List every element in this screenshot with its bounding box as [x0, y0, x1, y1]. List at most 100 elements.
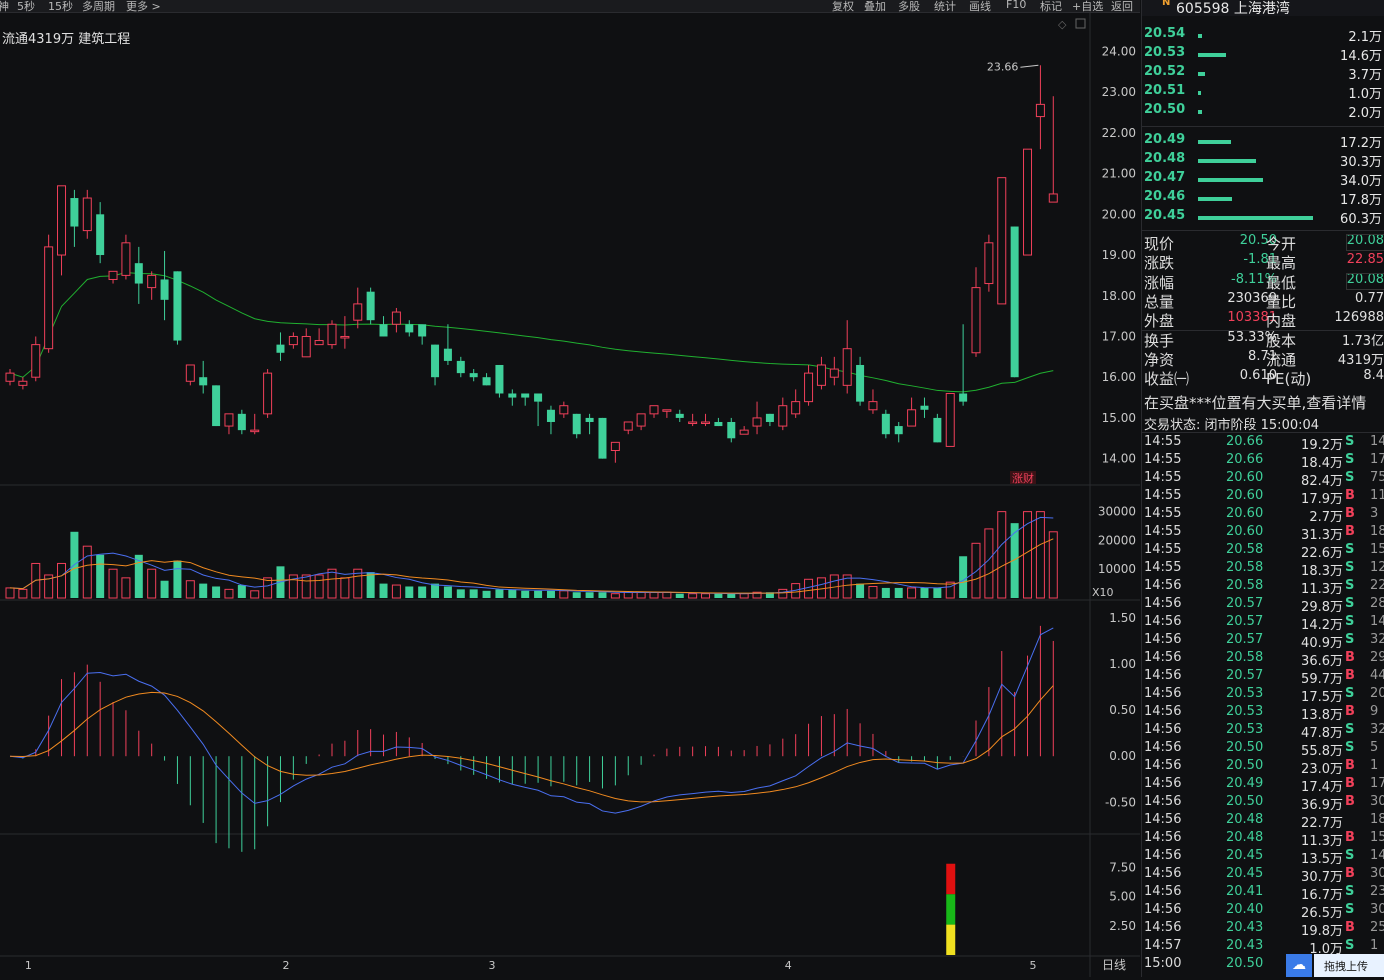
candle[interactable] [662, 409, 672, 418]
candle[interactable] [263, 369, 273, 418]
candle[interactable] [688, 413, 698, 427]
candle[interactable] [727, 417, 736, 443]
candle[interactable] [353, 287, 363, 329]
candle[interactable] [675, 409, 684, 422]
candle[interactable] [739, 426, 749, 435]
diamond-icon[interactable]: ◇ [1058, 18, 1067, 31]
candle[interactable] [984, 234, 994, 292]
candle[interactable] [1035, 65, 1045, 150]
candle[interactable] [791, 389, 801, 418]
big-order-notice[interactable]: 在买盘***位置有大买单,查看详情 [1144, 392, 1384, 413]
candle[interactable] [134, 246, 143, 304]
buy-order-row[interactable]: 20.48 30.3万 [1144, 151, 1384, 170]
candle[interactable] [82, 189, 92, 239]
candle[interactable] [842, 320, 852, 394]
candle[interactable] [379, 316, 388, 337]
candle[interactable] [585, 413, 594, 435]
sell-order-row[interactable]: 20.51 1.0万 [1144, 83, 1384, 102]
candle[interactable] [469, 369, 478, 382]
sell-order-row[interactable]: 20.50 2.0万 [1144, 102, 1384, 121]
candle[interactable] [237, 409, 246, 435]
kline-chart-svg[interactable]: 流通4319万 建筑工程◇24.0023.0022.0021.0020.0019… [0, 12, 1140, 977]
candle[interactable] [521, 393, 530, 406]
candle[interactable] [534, 393, 543, 427]
candle[interactable] [443, 324, 452, 365]
candle[interactable] [623, 421, 633, 435]
candle[interactable] [752, 401, 762, 435]
candle[interactable] [636, 413, 646, 431]
candle[interactable] [70, 189, 79, 247]
candle[interactable] [856, 356, 865, 406]
candle[interactable] [714, 417, 723, 427]
candle[interactable] [431, 344, 440, 386]
sell-order-row[interactable]: 20.54 2.1万 [1144, 26, 1384, 45]
candle[interactable] [933, 413, 942, 443]
candle[interactable] [829, 356, 839, 386]
candle[interactable] [44, 234, 54, 353]
sell-order-row[interactable]: 20.52 3.7万 [1144, 64, 1384, 83]
candle[interactable] [959, 324, 968, 406]
buy-order-row[interactable]: 20.46 17.8万 [1144, 189, 1384, 208]
sell-order-row[interactable]: 20.53 14.6万 [1144, 45, 1384, 64]
candle[interactable] [997, 177, 1007, 305]
candle[interactable] [276, 332, 285, 361]
candle[interactable] [649, 405, 659, 418]
candle[interactable] [405, 320, 414, 337]
candle[interactable] [57, 185, 67, 276]
candle[interactable] [765, 413, 774, 427]
candle[interactable] [212, 385, 221, 427]
candle[interactable] [598, 417, 607, 459]
candle[interactable] [495, 364, 504, 398]
candle[interactable] [894, 421, 903, 443]
panel-toggle-icon[interactable] [1075, 18, 1086, 29]
candle[interactable] [610, 441, 620, 463]
candle[interactable] [1010, 226, 1019, 378]
candle[interactable] [1048, 96, 1058, 203]
candle[interactable] [778, 397, 788, 431]
candle[interactable] [301, 328, 311, 358]
candle[interactable] [288, 332, 298, 349]
toolbar-action-5[interactable]: F10 [1006, 0, 1026, 11]
candle[interactable] [907, 397, 917, 427]
candle[interactable] [971, 267, 981, 357]
candle[interactable] [920, 397, 929, 418]
buy-order-row[interactable]: 20.47 34.0万 [1144, 170, 1384, 189]
candle[interactable] [18, 377, 28, 390]
candle[interactable] [1023, 148, 1033, 256]
candle[interactable] [224, 413, 234, 435]
candle[interactable] [121, 234, 131, 280]
candle[interactable] [160, 250, 169, 321]
candle[interactable] [391, 307, 401, 333]
candle[interactable] [147, 271, 157, 300]
candle[interactable] [546, 405, 555, 435]
candle[interactable] [366, 287, 375, 325]
candle[interactable] [185, 364, 195, 386]
candle[interactable] [31, 336, 41, 382]
candle[interactable] [250, 413, 260, 435]
candle[interactable] [701, 413, 711, 427]
candle[interactable] [804, 364, 814, 406]
buy-order-row[interactable]: 20.49 17.2万 [1144, 132, 1384, 151]
candle[interactable] [96, 202, 105, 264]
candle[interactable] [199, 360, 208, 394]
candle[interactable] [816, 356, 826, 390]
candle[interactable] [508, 389, 517, 406]
candle[interactable] [572, 413, 581, 439]
period-label[interactable]: 日线 [1102, 958, 1126, 972]
candle[interactable] [881, 409, 890, 439]
candle[interactable] [108, 270, 118, 284]
buy-order-row[interactable]: 20.45 60.3万 [1144, 208, 1384, 227]
candle[interactable] [5, 369, 15, 386]
upload-button[interactable]: ☁ 拖拽上传 [1286, 954, 1384, 977]
candle[interactable] [173, 271, 182, 345]
candle[interactable] [456, 356, 465, 378]
candle[interactable] [559, 401, 569, 418]
candle[interactable] [340, 316, 350, 349]
candle[interactable] [327, 320, 337, 349]
candle[interactable] [482, 373, 491, 386]
candle[interactable] [314, 328, 324, 346]
kline-chart-area[interactable]: 流通4319万 建筑工程 ◇ 24.00 23.00 22.00 21.00 20.00 19… [0, 12, 1140, 977]
candle[interactable] [418, 324, 427, 345]
candle[interactable] [945, 392, 955, 447]
candle[interactable] [868, 389, 878, 414]
